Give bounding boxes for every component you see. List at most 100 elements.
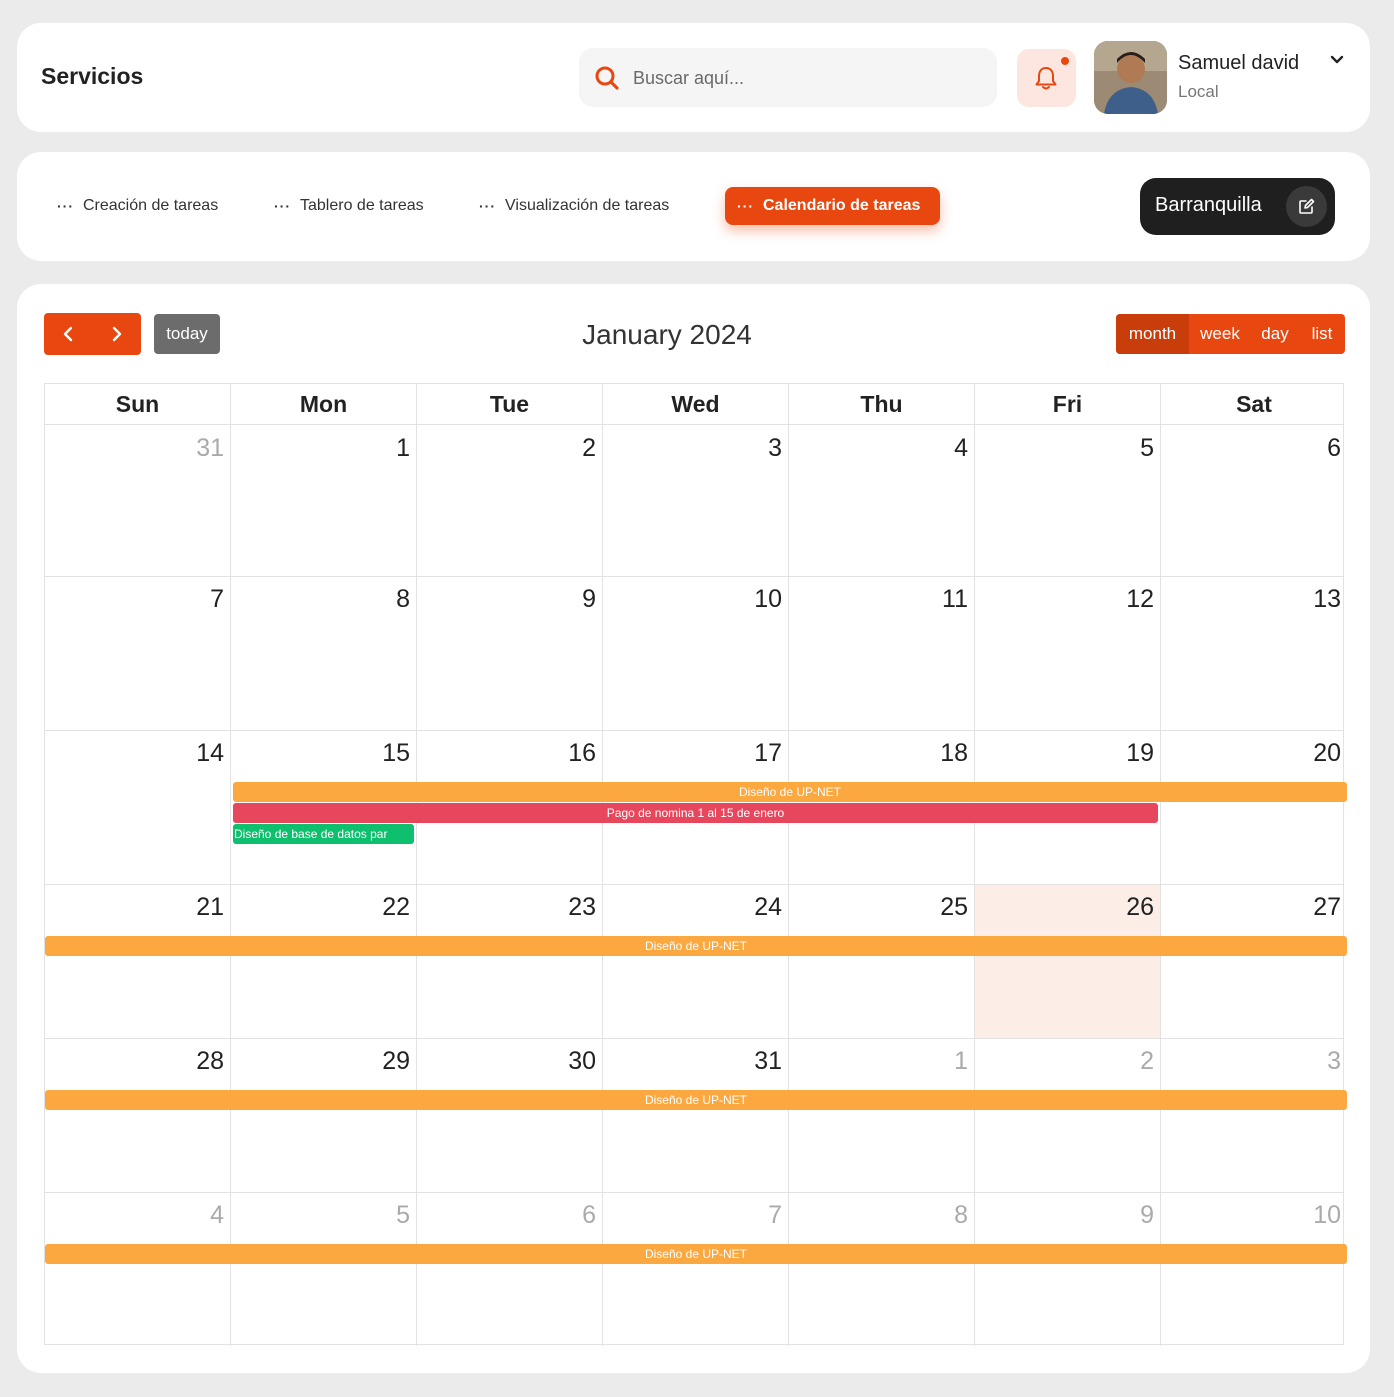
city-label: Barranquilla xyxy=(1155,194,1262,216)
day-number[interactable]: 18 xyxy=(908,739,968,768)
calendar-event[interactable]: Diseño de UP-NET xyxy=(45,936,1347,956)
day-number[interactable]: 25 xyxy=(908,893,968,922)
day-number[interactable]: 29 xyxy=(350,1047,410,1076)
notifications-button[interactable] xyxy=(1017,49,1076,107)
tab-label: Visualización de tareas xyxy=(505,197,670,214)
day-number[interactable]: 17 xyxy=(722,739,782,768)
day-number[interactable]: 7 xyxy=(164,585,224,614)
avatar[interactable] xyxy=(1094,41,1167,114)
day-number[interactable]: 21 xyxy=(164,893,224,922)
day-number[interactable]: 24 xyxy=(722,893,782,922)
today-button[interactable]: today xyxy=(154,314,220,354)
day-number[interactable]: 27 xyxy=(1281,893,1341,922)
prev-next-group xyxy=(44,313,141,355)
user-role: Local xyxy=(1178,82,1219,101)
day-number[interactable]: 16 xyxy=(536,739,596,768)
tab-creacion-de-tareas[interactable]: ··· Creación de tareas xyxy=(57,187,218,225)
day-number[interactable]: 10 xyxy=(1281,1201,1341,1230)
day-number[interactable]: 22 xyxy=(350,893,410,922)
day-number[interactable]: 5 xyxy=(350,1201,410,1230)
day-number[interactable]: 26 xyxy=(1094,893,1154,922)
day-number[interactable]: 1 xyxy=(908,1047,968,1076)
user-name[interactable]: Samuel david xyxy=(1178,52,1299,75)
search-input[interactable] xyxy=(633,65,973,91)
day-number[interactable]: 14 xyxy=(164,739,224,768)
avatar-image xyxy=(1094,41,1167,114)
day-number[interactable]: 6 xyxy=(536,1201,596,1230)
search-icon xyxy=(595,66,619,90)
search-box[interactable] xyxy=(579,48,997,107)
tab-label: Calendario de tareas xyxy=(763,197,921,214)
day-number[interactable]: 5 xyxy=(1094,434,1154,463)
edit-city-button[interactable] xyxy=(1286,186,1327,227)
view-day-button[interactable]: day xyxy=(1251,314,1299,354)
calendar-event[interactable]: Pago de nomina 1 al 15 de enero xyxy=(233,803,1158,823)
day-number[interactable]: 31 xyxy=(164,434,224,463)
tab-visualizacion-de-tareas[interactable]: ··· Visualización de tareas xyxy=(479,187,669,225)
next-month-button[interactable] xyxy=(93,313,141,355)
day-number[interactable]: 30 xyxy=(536,1047,596,1076)
day-number[interactable]: 9 xyxy=(536,585,596,614)
day-number[interactable]: 4 xyxy=(164,1201,224,1230)
dots-icon: ··· xyxy=(57,198,74,214)
view-switcher: month week day list xyxy=(1116,314,1345,354)
tab-calendario-de-tareas[interactable]: ··· Calendario de tareas xyxy=(725,187,940,225)
dots-icon: ··· xyxy=(479,198,496,214)
weekday-header: Sat xyxy=(1236,391,1272,417)
calendar-event[interactable]: Diseño de UP-NET xyxy=(233,782,1347,802)
calendar-title: January 2024 xyxy=(582,319,752,350)
day-number[interactable]: 8 xyxy=(908,1201,968,1230)
day-number[interactable]: 4 xyxy=(908,434,968,463)
day-number[interactable]: 12 xyxy=(1094,585,1154,614)
day-number[interactable]: 23 xyxy=(536,893,596,922)
weekday-header: Wed xyxy=(671,391,720,417)
day-number[interactable]: 28 xyxy=(164,1047,224,1076)
day-number[interactable]: 3 xyxy=(722,434,782,463)
month-grid: Sun Mon Tue Wed Thu Fri Sat 31 1 2 3 4 5 6 7 8 9 10 11 12 13… xyxy=(44,383,1347,1346)
day-number[interactable]: 10 xyxy=(722,585,782,614)
day-number[interactable]: 1 xyxy=(350,434,410,463)
day-number[interactable]: 6 xyxy=(1281,434,1341,463)
chevron-right-icon xyxy=(112,326,122,342)
tabs-bar: ··· Creación de tareas ··· Tablero de ta… xyxy=(17,152,1370,261)
view-list-button[interactable]: list xyxy=(1299,314,1345,354)
calendar-event[interactable]: Diseño de UP-NET xyxy=(45,1244,1347,1264)
tab-tablero-de-tareas[interactable]: ··· Tablero de tareas xyxy=(274,187,424,225)
calendar-panel: today January 2024 month week day list S… xyxy=(17,284,1370,1373)
day-number[interactable]: 20 xyxy=(1281,739,1341,768)
day-number[interactable]: 3 xyxy=(1281,1047,1341,1076)
chevron-left-icon xyxy=(63,326,73,342)
weekday-header: Sun xyxy=(115,391,160,417)
day-number[interactable]: 19 xyxy=(1094,739,1154,768)
bell-icon xyxy=(1035,67,1057,90)
view-week-button[interactable]: week xyxy=(1189,314,1251,354)
weekday-header: Tue xyxy=(489,391,530,417)
weekday-header: Thu xyxy=(860,391,903,417)
tab-label: Creación de tareas xyxy=(83,197,219,214)
chevron-down-icon[interactable] xyxy=(1329,53,1345,67)
weekday-header: Fri xyxy=(1052,391,1083,417)
day-number[interactable]: 11 xyxy=(908,585,968,614)
day-number[interactable]: 2 xyxy=(536,434,596,463)
calendar-event[interactable]: Diseño de base de datos par xyxy=(233,824,414,844)
weekday-header-row: Sun Mon Tue Wed Thu Fri Sat xyxy=(45,384,1343,425)
day-number[interactable]: 31 xyxy=(722,1047,782,1076)
day-number[interactable]: 13 xyxy=(1281,585,1341,614)
dots-icon: ··· xyxy=(274,198,291,214)
calendar-event[interactable]: Diseño de UP-NET xyxy=(45,1090,1347,1110)
notification-dot xyxy=(1061,57,1069,65)
external-edit-icon xyxy=(1299,198,1315,214)
prev-month-button[interactable] xyxy=(44,313,92,355)
city-selector-button[interactable]: Barranquilla xyxy=(1140,178,1335,235)
day-number[interactable]: 2 xyxy=(1094,1047,1154,1076)
day-number[interactable]: 15 xyxy=(350,739,410,768)
header-bar: Servicios Samuel david Local xyxy=(17,23,1370,132)
weekday-header: Mon xyxy=(299,391,348,417)
day-number[interactable]: 8 xyxy=(350,585,410,614)
day-number[interactable]: 9 xyxy=(1094,1201,1154,1230)
view-month-button[interactable]: month xyxy=(1116,314,1189,354)
day-number[interactable]: 7 xyxy=(722,1201,782,1230)
tab-label: Tablero de tareas xyxy=(300,197,424,214)
page-title: Servicios xyxy=(41,63,144,89)
dots-icon: ··· xyxy=(737,198,754,214)
